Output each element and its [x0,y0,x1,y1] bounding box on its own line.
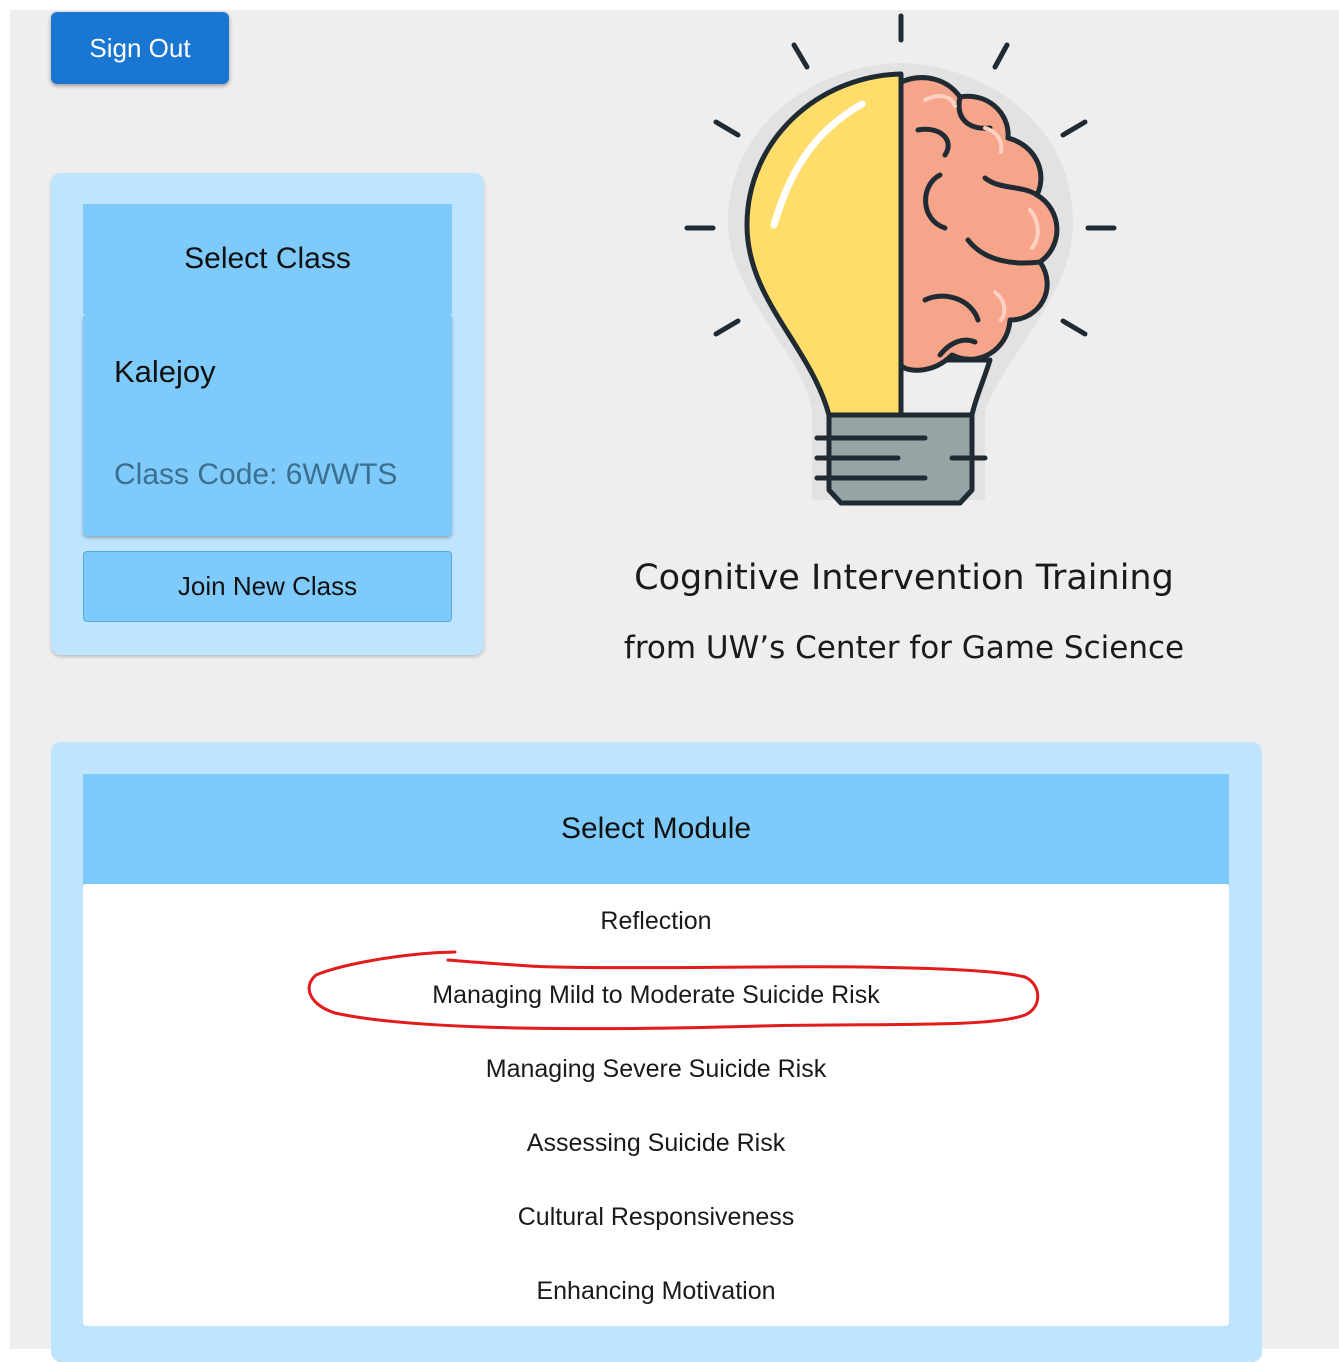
lightbulb-brain-icon [684,13,1117,506]
sign-out-button[interactable]: Sign Out [51,12,229,84]
module-panel: Select Module Reflection Managing Mild t… [51,742,1262,1362]
module-item-assessing-suicide-risk[interactable]: Assessing Suicide Risk [83,1118,1229,1168]
class-code-value: 6WWTS [285,458,398,491]
class-panel: Select Class Kalejoy Class Code: 6WWTS J… [51,173,484,655]
join-new-class-button[interactable]: Join New Class [83,551,452,622]
app-title: Cognitive Intervention Training [634,558,1174,598]
module-item-managing-severe-suicide-risk[interactable]: Managing Severe Suicide Risk [83,1044,1229,1094]
app-subtitle: from UW’s Center for Game Science [623,630,1185,666]
module-list: Reflection Managing Mild to Moderate Sui… [83,884,1229,1326]
class-code: Class Code: 6WWTS [114,458,397,492]
class-panel-title: Select Class [83,204,452,314]
class-card[interactable]: Kalejoy Class Code: 6WWTS [83,314,452,536]
module-panel-title: Select Module [83,774,1229,884]
module-item-enhancing-motivation[interactable]: Enhancing Motivation [83,1266,1229,1316]
module-item-managing-mild-to-moderate-suicide-risk[interactable]: Managing Mild to Moderate Suicide Risk [83,970,1229,1020]
class-name: Kalejoy [114,354,216,389]
module-item-cultural-responsiveness[interactable]: Cultural Responsiveness [83,1192,1229,1242]
module-item-reflection[interactable]: Reflection [83,896,1229,946]
class-code-label: Class Code: [114,458,278,491]
